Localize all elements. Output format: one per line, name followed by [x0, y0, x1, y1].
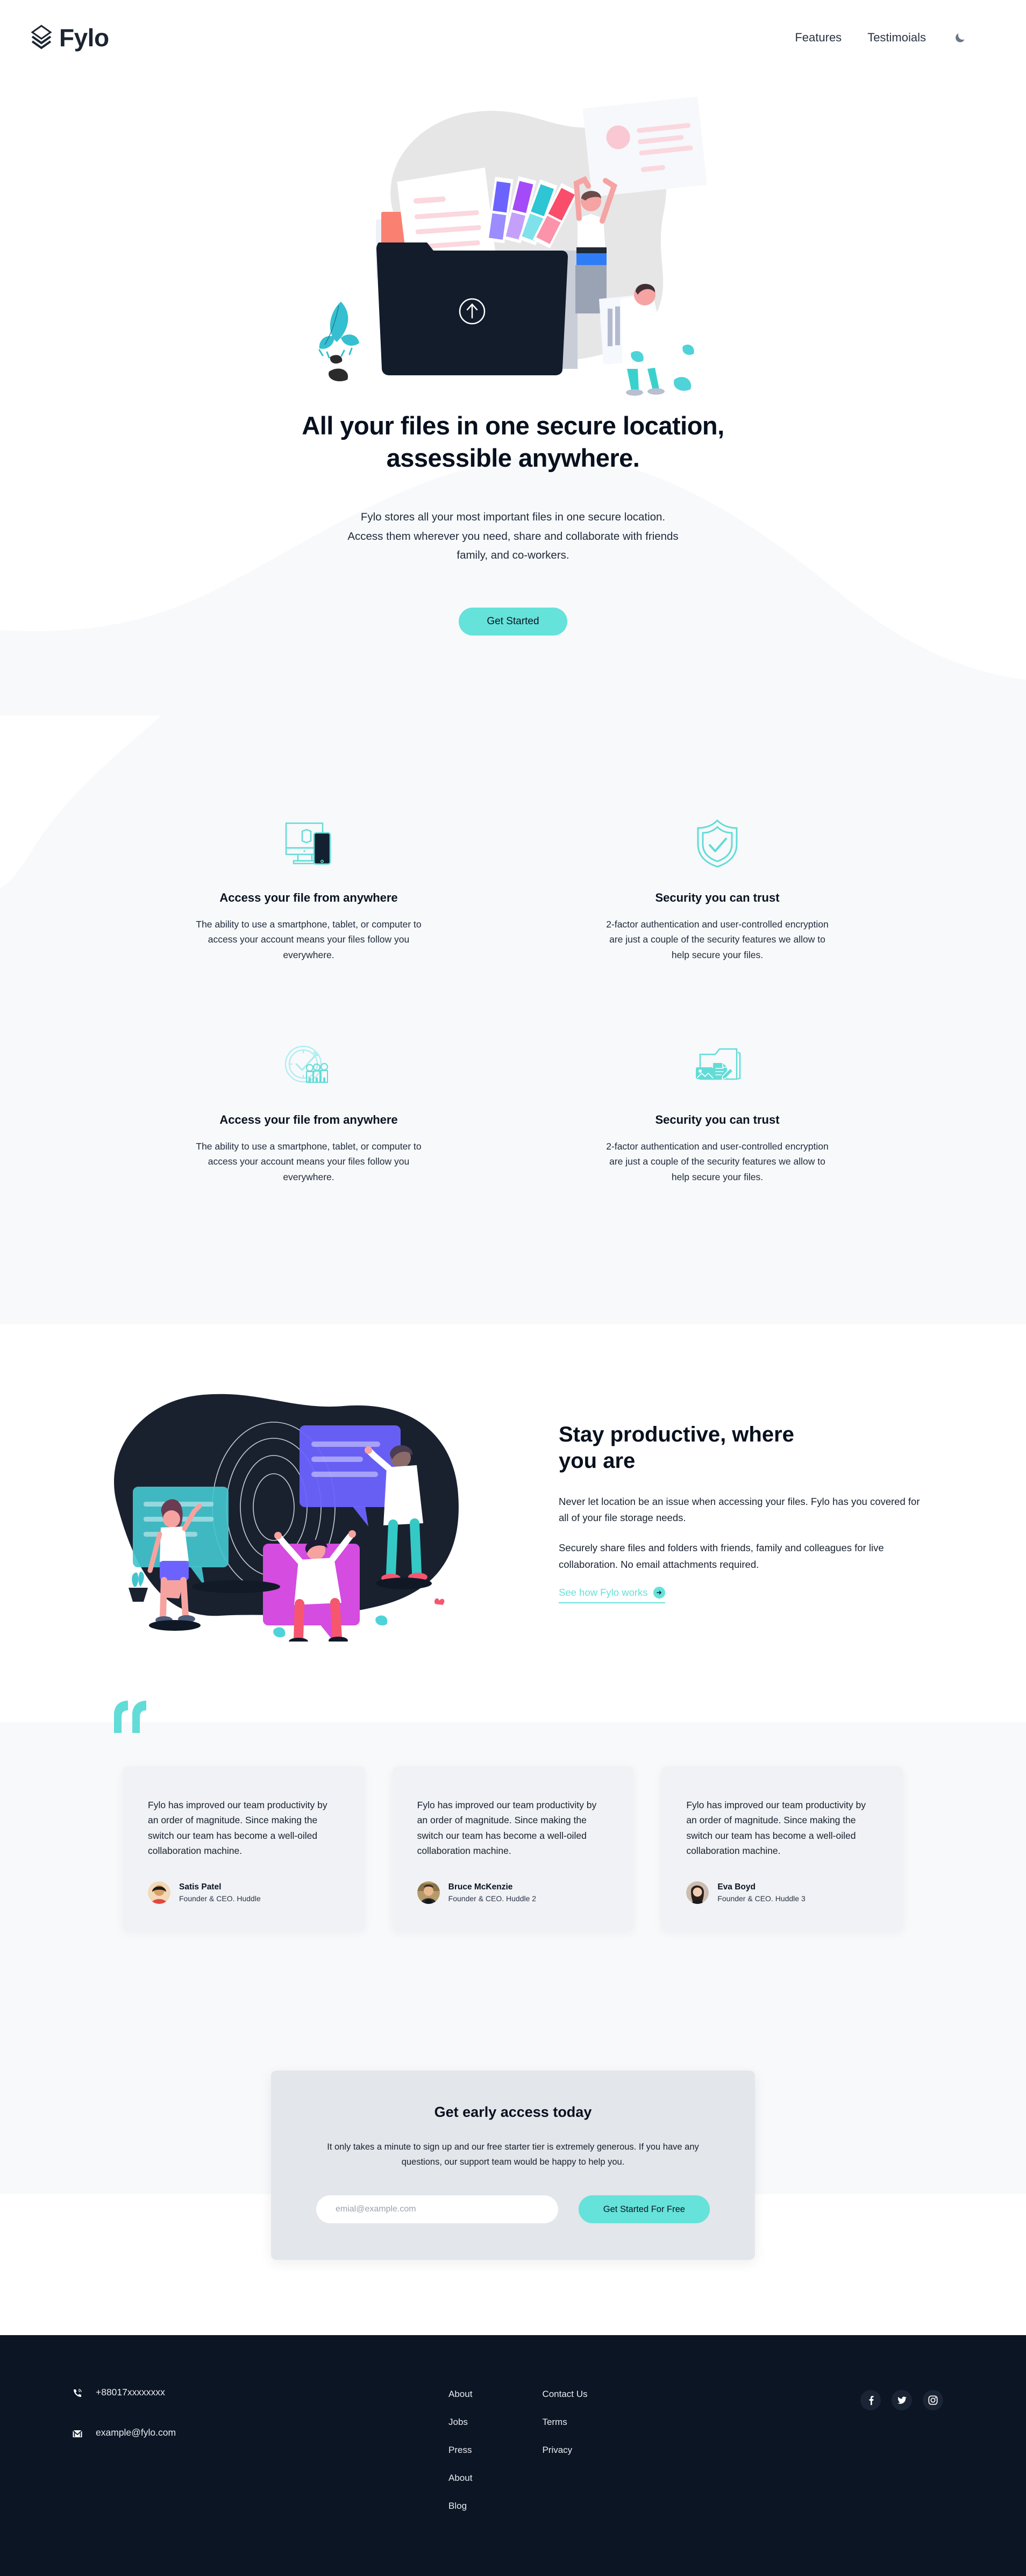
testimonial-role: Founder & CEO. Huddle 3: [717, 1894, 806, 1903]
cta-card: Get early access today It only takes a m…: [271, 2071, 755, 2260]
nav-link-testimonials[interactable]: Testimoials: [867, 31, 926, 45]
feature-card-security: Security you can trust 2-factor authenti…: [548, 816, 887, 962]
testimonial-name: Bruce McKenzie: [448, 1882, 513, 1892]
footer-link-about-2[interactable]: About: [448, 2473, 472, 2484]
feature-card-access-anywhere: Access your file from anywhere The abili…: [139, 816, 478, 962]
monitor-phone-icon: [172, 816, 446, 870]
testimonial-card: Fylo has improved our team productivity …: [661, 1766, 903, 1931]
testimonial-text: Fylo has improved our team productivity …: [417, 1800, 597, 1857]
hero-title: All your files in one secure location, a…: [244, 410, 782, 474]
cta-form: Get Started For Free: [316, 2195, 710, 2224]
feature-title: Security you can trust: [655, 891, 780, 905]
feature-description: The ability to use a smartphone, tablet,…: [196, 919, 422, 960]
logo-mark-icon: [29, 25, 54, 51]
phone-row[interactable]: +88017xxxxxxxx: [72, 2387, 448, 2401]
feature-title: Security you can trust: [655, 1113, 780, 1127]
footer-link-about[interactable]: About: [448, 2389, 472, 2400]
get-started-button[interactable]: Get Started: [459, 608, 567, 636]
footer-column-2: Contact Us Terms Privacy: [542, 2389, 587, 2511]
see-how-label: See how Fylo works: [559, 1587, 648, 1599]
testimonial-text: Fylo has improved our team productivity …: [686, 1800, 866, 1857]
clock-people-icon: [172, 1038, 446, 1093]
see-how-fylo-works-link[interactable]: See how Fylo works: [559, 1587, 665, 1604]
footer-link-privacy[interactable]: Privacy: [542, 2445, 587, 2456]
avatar: [148, 1881, 170, 1904]
footer-link-terms[interactable]: Terms: [542, 2417, 587, 2428]
feature-description: The ability to use a smartphone, tablet,…: [196, 1141, 422, 1182]
cta-title: Get early access today: [434, 2104, 592, 2121]
cta-description: It only takes a minute to sign up and ou…: [327, 2142, 699, 2167]
testimonial-role: Founder & CEO. Huddle: [179, 1894, 261, 1903]
hero-illustration: [318, 96, 707, 396]
feature-description: 2-factor authentication and user-control…: [606, 919, 829, 960]
productive-copy: Stay productive, where you are Never let…: [559, 1411, 930, 1604]
productive-title: Stay productive, where you are: [559, 1423, 794, 1473]
feature-card-any-file: Security you can trust 2-factor authenti…: [548, 1038, 887, 1184]
phone-icon: [72, 2387, 84, 2401]
productive-paragraph-2: Securely share files and folders with fr…: [559, 1542, 884, 1570]
email-input[interactable]: [316, 2195, 558, 2224]
testimonial-text: Fylo has improved our team productivity …: [148, 1800, 327, 1857]
email-address: example@fylo.com: [96, 2427, 176, 2438]
hero-title-line2: assessible anywhere.: [386, 444, 640, 473]
main-nav: Features Testimoials: [795, 30, 968, 46]
mail-icon: [72, 2427, 84, 2442]
footer-link-blog[interactable]: Blog: [448, 2501, 472, 2511]
arrow-right-circle-icon: [653, 1587, 665, 1599]
testimonial-person: Satis Patel Founder & CEO. Huddle: [148, 1881, 340, 1904]
instagram-icon[interactable]: [923, 2390, 943, 2411]
phone-number: +88017xxxxxxxx: [96, 2387, 165, 2398]
cta-section: Get early access today It only takes a m…: [0, 2022, 1026, 2336]
footer-link-press[interactable]: Press: [448, 2445, 472, 2456]
footer-column-1: About Jobs Press About Blog: [448, 2389, 472, 2511]
facebook-icon[interactable]: [860, 2390, 881, 2411]
logo[interactable]: Fylo: [29, 23, 109, 52]
productive-paragraph-1: Never let location be an issue when acce…: [559, 1495, 920, 1524]
avatar: [686, 1881, 709, 1904]
hero-sub-line1: Fylo stores all your most important file…: [360, 511, 666, 524]
testimonial-name: Eva Boyd: [717, 1882, 756, 1892]
site-footer: +88017xxxxxxxx example@fylo.com About Jo…: [0, 2335, 1026, 2576]
logo-text: Fylo: [59, 24, 109, 52]
hero-subtitle: Fylo stores all your most important file…: [244, 508, 782, 565]
feature-title: Access your file from anywhere: [219, 891, 398, 905]
feature-card-collaboration: Access your file from anywhere The abili…: [139, 1038, 478, 1184]
shield-check-icon: [580, 816, 854, 870]
testimonial-person: Bruce McKenzie Founder & CEO. Huddle 2: [417, 1881, 609, 1904]
testimonial-name: Satis Patel: [179, 1882, 222, 1892]
moon-icon[interactable]: [952, 30, 968, 46]
email-row[interactable]: example@fylo.com: [72, 2427, 448, 2442]
testimonials-section: Fylo has improved our team productivity …: [0, 1701, 1026, 2023]
testimonial-card: Fylo has improved our team productivity …: [123, 1766, 365, 1931]
feature-description: 2-factor authentication and user-control…: [606, 1141, 829, 1182]
features-section: Access your file from anywhere The abili…: [0, 716, 1026, 1325]
footer-links: About Jobs Press About Blog Contact Us T…: [448, 2387, 728, 2511]
productive-illustration: [96, 1373, 510, 1642]
social-links: [860, 2387, 975, 2411]
hero-sub-line3: family, and co-workers.: [457, 548, 569, 561]
folder-files-icon: [580, 1038, 854, 1093]
footer-link-contact-us[interactable]: Contact Us: [542, 2389, 587, 2400]
testimonial-person: Eva Boyd Founder & CEO. Huddle 3: [686, 1881, 878, 1904]
hero-title-line1: All your files in one secure location,: [302, 411, 724, 440]
site-header: Fylo Features Testimoials: [0, 0, 1026, 75]
hero-sub-line2: Access them wherever you need, share and…: [347, 530, 679, 543]
testimonial-card: Fylo has improved our team productivity …: [392, 1766, 634, 1931]
quote-mark-icon: [112, 1700, 149, 1736]
footer-link-jobs[interactable]: Jobs: [448, 2417, 472, 2428]
get-started-for-free-button[interactable]: Get Started For Free: [578, 2195, 710, 2224]
twitter-icon[interactable]: [892, 2390, 912, 2411]
footer-contact: +88017xxxxxxxx example@fylo.com: [72, 2387, 448, 2467]
hero-section: All your files in one secure location, a…: [0, 75, 1026, 717]
nav-link-features[interactable]: Features: [795, 31, 842, 45]
testimonial-role: Founder & CEO. Huddle 2: [448, 1894, 537, 1903]
productive-section: Stay productive, where you are Never let…: [0, 1324, 1026, 1723]
feature-title: Access your file from anywhere: [219, 1113, 398, 1127]
avatar: [417, 1881, 440, 1904]
